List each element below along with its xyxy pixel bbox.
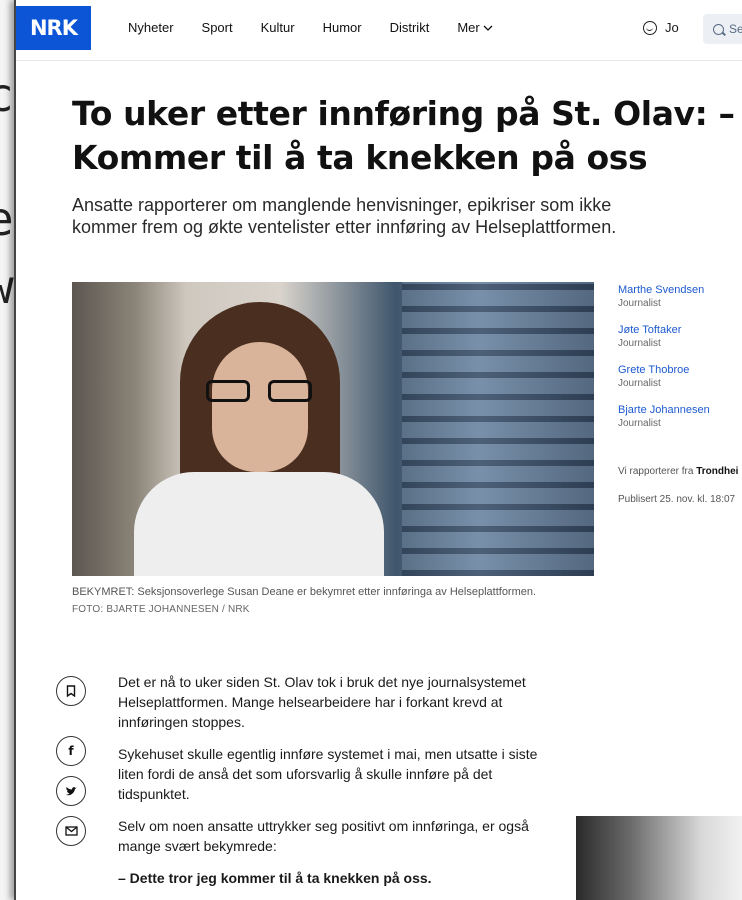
photo-glasses xyxy=(206,380,314,402)
article-title: To uker etter innføring på St. Olav: – K… xyxy=(72,94,735,177)
reporting-prefix: Vi rapporterer fra xyxy=(618,466,694,477)
nav-item-nyheter[interactable]: Nyheter xyxy=(128,20,174,35)
site-header: NRK Nyheter Sport Kultur Humor Distrikt … xyxy=(16,0,742,61)
user-name: Jo xyxy=(665,20,679,35)
search-input[interactable]: Se xyxy=(703,14,742,44)
browser-window: NRK Nyheter Sport Kultur Humor Distrikt … xyxy=(14,0,742,900)
article-lead: Ansatte rapporterer om manglende henvisn… xyxy=(72,195,617,237)
smiley-icon xyxy=(643,20,657,35)
nav-item-distrikt[interactable]: Distrikt xyxy=(390,20,430,35)
article-body: Det er nå to uker siden St. Olav tok i b… xyxy=(118,672,538,900)
author: Jøte Toftaker Journalist xyxy=(618,324,742,350)
more-label: Mer xyxy=(457,20,480,35)
photo-face xyxy=(212,342,308,472)
body-paragraph: Selv om noen ansatte uttrykker seg posit… xyxy=(118,818,529,854)
photo-coat xyxy=(134,472,384,576)
body-paragraph: Det er nå to uker siden St. Olav tok i b… xyxy=(118,674,526,730)
chevron-down-icon xyxy=(483,25,493,31)
author-name[interactable]: Grete Thobroe xyxy=(618,364,742,377)
background-letter: e xyxy=(0,196,14,242)
nav-item-sport[interactable]: Sport xyxy=(202,20,233,35)
byline: Marthe Svendsen Journalist Jøte Toftaker… xyxy=(618,284,742,444)
author-role: Journalist xyxy=(618,418,661,429)
author-name[interactable]: Bjarte Johannesen xyxy=(618,404,742,417)
author: Marthe Svendsen Journalist xyxy=(618,284,742,310)
background-letter: c xyxy=(0,72,14,118)
search-icon xyxy=(713,23,724,35)
photo-caption: BEKYMRET: Seksjonsoverlege Susan Deane e… xyxy=(72,586,537,598)
nav-item-kultur[interactable]: Kultur xyxy=(261,20,295,35)
photo-window-background xyxy=(402,282,594,576)
author-name[interactable]: Marthe Svendsen xyxy=(618,284,742,297)
author: Grete Thobroe Journalist xyxy=(618,364,742,390)
email-share-button[interactable] xyxy=(56,816,86,846)
search-placeholder: Se xyxy=(729,22,742,36)
facebook-share-button[interactable]: f xyxy=(56,736,86,766)
body-paragraph: Sykehuset skulle egentlig innføre system… xyxy=(118,746,538,802)
nav-item-humor[interactable]: Humor xyxy=(323,20,362,35)
bookmark-button[interactable] xyxy=(56,676,86,706)
author: Bjarte Johannesen Journalist xyxy=(618,404,742,430)
user-menu[interactable]: Jo xyxy=(643,20,679,35)
twitter-icon xyxy=(65,786,77,795)
nav-item-more[interactable]: Mer xyxy=(457,20,493,35)
related-image-thumbnail[interactable] xyxy=(576,816,742,900)
author-role: Journalist xyxy=(618,338,661,349)
twitter-share-button[interactable] xyxy=(56,776,86,806)
author-role: Journalist xyxy=(618,298,661,309)
reporting-place: Trondhei xyxy=(696,466,739,477)
photo-credit: FOTO: BJARTE JOHANNESEN / NRK xyxy=(72,604,250,615)
reporting-location: Vi rapporterer fra Trondhei xyxy=(618,466,738,477)
author-name[interactable]: Jøte Toftaker xyxy=(618,324,742,337)
facebook-icon: f xyxy=(68,744,74,758)
bookmark-icon xyxy=(66,685,76,697)
nrk-logo[interactable]: NRK xyxy=(16,6,91,50)
author-role: Journalist xyxy=(618,378,661,389)
body-quote: – Dette tror jeg kommer til å ta knekken… xyxy=(118,870,432,886)
published-date: Publisert 25. nov. kl. 18:07 xyxy=(618,494,736,505)
main-nav: Nyheter Sport Kultur Humor Distrikt Mer xyxy=(128,20,521,35)
article-photo[interactable] xyxy=(72,282,594,576)
email-icon xyxy=(64,826,78,836)
background-letter: w xyxy=(0,264,14,310)
